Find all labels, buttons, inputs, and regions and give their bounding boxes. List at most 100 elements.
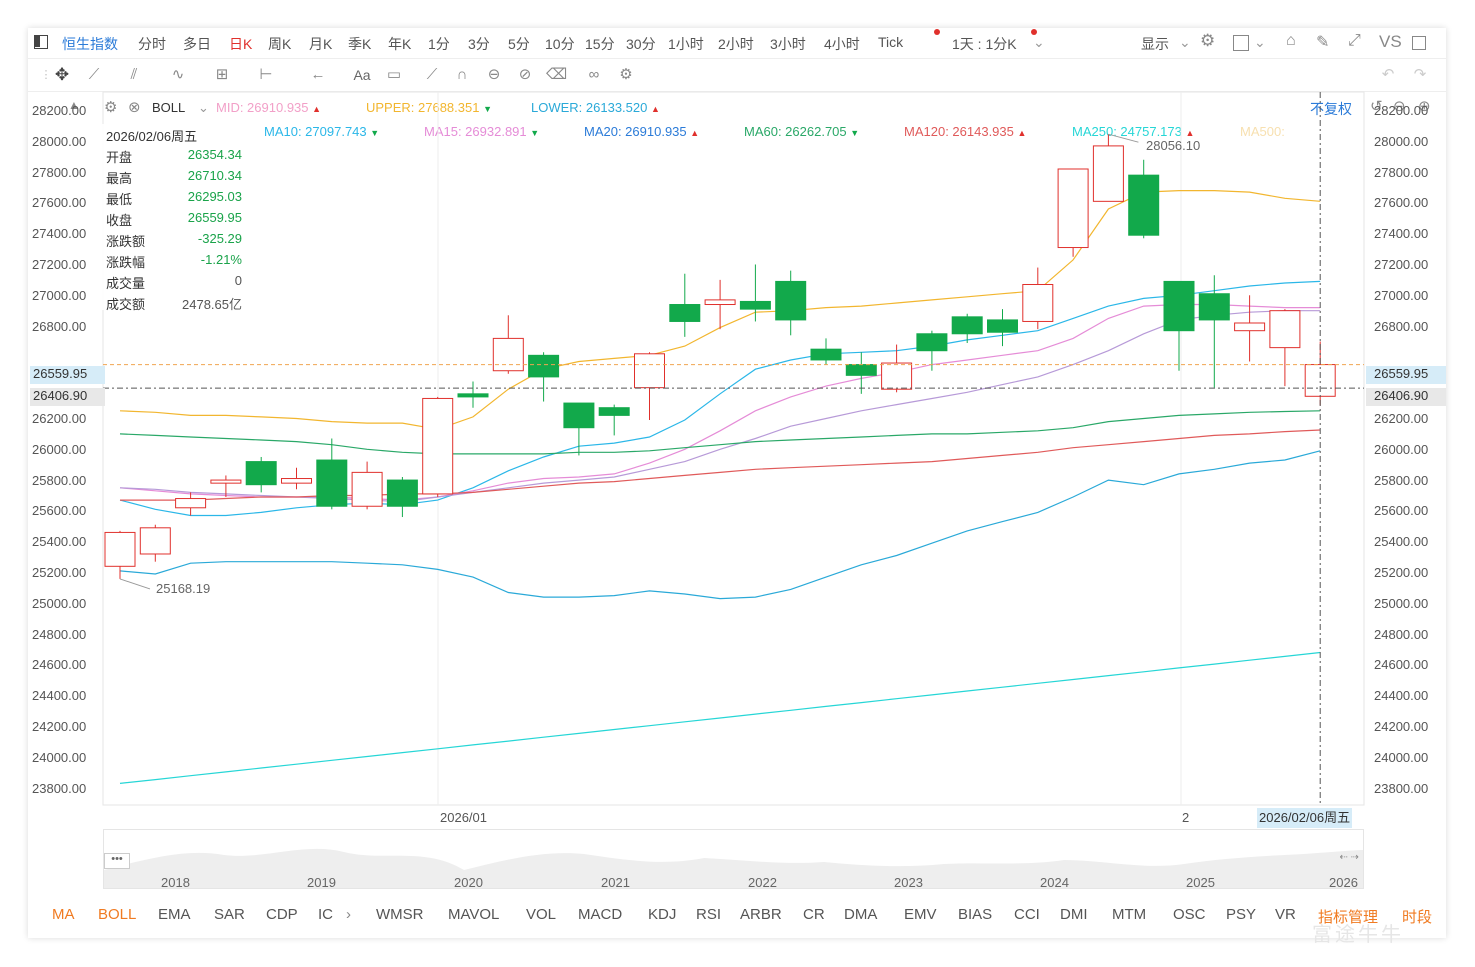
info-key: 最低 bbox=[106, 192, 133, 207]
candle-body bbox=[951, 316, 983, 335]
y-tick-label: 28000.00 bbox=[32, 133, 87, 149]
y-tick-label: 27800.00 bbox=[1374, 164, 1429, 180]
overview-year-label: 2019 bbox=[307, 875, 336, 889]
indicator-tab[interactable]: CR bbox=[803, 906, 825, 923]
indicator-tab[interactable]: DMI bbox=[1060, 906, 1088, 923]
x-cursor-label: 2026/02/06周五 bbox=[1257, 808, 1353, 828]
indicator-tab[interactable]: VOL bbox=[526, 906, 556, 923]
info-value: 26710.34 bbox=[187, 168, 242, 183]
y-tick-label: 24000.00 bbox=[1374, 749, 1429, 765]
y-tick-label: 26200.00 bbox=[1374, 411, 1429, 426]
indicator-tab[interactable]: RSI bbox=[696, 906, 721, 923]
candle-body bbox=[210, 479, 242, 484]
y-tick-label: 25400.00 bbox=[32, 534, 87, 550]
info-row: 开盘 26354.34 bbox=[106, 147, 242, 168]
overview-year-label: 2025 bbox=[1186, 875, 1215, 889]
high-annotation: 28056.10 bbox=[1146, 138, 1201, 153]
indicator-tab[interactable]: SAR bbox=[214, 906, 245, 923]
candle-body bbox=[386, 479, 418, 507]
high-leader-line bbox=[1108, 133, 1139, 143]
indicator-tab[interactable]: CDP bbox=[266, 906, 298, 923]
indicator-tabs: MA BOLL EMA SAR CDP IC WMSR MAVOL VOL MACD KDJ RSI A… bbox=[28, 903, 1446, 929]
candle-body bbox=[316, 459, 348, 507]
candle-body bbox=[598, 407, 630, 416]
current-price-label-left: 26559.95 bbox=[30, 366, 105, 384]
overview-year-label: 2018 bbox=[161, 875, 190, 889]
y-tick-label: 25400.00 bbox=[1374, 534, 1429, 550]
info-row: 成交额 2478.65亿 bbox=[106, 294, 242, 315]
info-value: 0 bbox=[234, 273, 242, 288]
indicator-tab[interactable]: EMA bbox=[158, 906, 191, 923]
indicator-tab[interactable]: CCI bbox=[1014, 906, 1040, 923]
navigator-arrows-icon[interactable]: ⇠ ⇢ bbox=[1339, 852, 1359, 863]
indicator-tab[interactable]: VR bbox=[1275, 906, 1296, 923]
candle-body bbox=[1128, 174, 1160, 236]
overview-year-label: 2021 bbox=[601, 875, 630, 889]
y-tick-label: 28200.00 bbox=[1374, 103, 1429, 119]
candle-body bbox=[739, 300, 771, 310]
indicator-tab[interactable]: DMA bbox=[844, 906, 877, 923]
info-row: 成交量 0 bbox=[106, 273, 242, 294]
indicator-tab[interactable]: EMV bbox=[904, 906, 937, 923]
y-tick-label: 23800.00 bbox=[1374, 780, 1429, 796]
y-tick-label: 28000.00 bbox=[1374, 133, 1429, 149]
y-tick-label: 23800.00 bbox=[32, 780, 87, 796]
low-leader-line bbox=[119, 578, 151, 590]
current-price-label-right: 26559.95 bbox=[1366, 366, 1446, 384]
indicator-tab[interactable]: MAVOL bbox=[448, 906, 499, 923]
candle-body bbox=[810, 348, 842, 361]
chart-window: 恒生指数 分时 多日 日K 周K 月K 季K 年K 1分 3分 5分 10分 15分 30分 1小时 2小时… bbox=[28, 28, 1446, 938]
candle-body bbox=[175, 498, 207, 509]
navigator-handle-icon[interactable]: ••• bbox=[104, 853, 130, 869]
candle-body bbox=[1057, 168, 1089, 249]
indicator-tab[interactable]: MA bbox=[52, 906, 75, 923]
indicator-tab[interactable]: ARBR bbox=[740, 906, 782, 923]
indicator-tab[interactable]: KDJ bbox=[648, 906, 676, 923]
info-key: 收盘 bbox=[106, 213, 133, 228]
indicator-tab[interactable]: BOLL bbox=[98, 906, 136, 923]
info-value: -325.29 bbox=[197, 231, 242, 246]
candle-body bbox=[987, 319, 1018, 333]
info-key: 开盘 bbox=[106, 150, 133, 165]
candle-body bbox=[704, 299, 736, 306]
y-tick-label: 24600.00 bbox=[32, 657, 87, 673]
y-tick-label: 26200.00 bbox=[32, 411, 87, 426]
indicator-tab[interactable]: BIAS bbox=[958, 906, 992, 923]
indicator-tab[interactable]: OSC bbox=[1173, 906, 1206, 923]
y-tick-label: 27400.00 bbox=[1374, 226, 1429, 242]
plot-frame bbox=[102, 91, 1365, 806]
info-row: 涨跌幅 -1.21% bbox=[106, 252, 242, 273]
info-value: -1.21% bbox=[200, 252, 242, 267]
y-tick-label: 24400.00 bbox=[32, 688, 87, 704]
period-link[interactable]: 时段 bbox=[1402, 906, 1432, 927]
candle-body bbox=[563, 402, 595, 429]
y-tick-label: 25200.00 bbox=[32, 565, 87, 580]
y-tick-label: 25200.00 bbox=[1374, 565, 1429, 580]
candle-body bbox=[1269, 310, 1301, 349]
y-tick-label: 25600.00 bbox=[1374, 503, 1429, 519]
y-tick-label: 27800.00 bbox=[32, 164, 87, 180]
indicator-tab[interactable]: PSY bbox=[1226, 906, 1256, 923]
candle-body bbox=[281, 478, 312, 484]
y-tick-label: 26800.00 bbox=[32, 318, 87, 334]
indicator-tab[interactable]: WMSR bbox=[376, 906, 424, 923]
indicator-tab[interactable]: IC bbox=[318, 906, 333, 923]
info-key: 最高 bbox=[106, 171, 133, 186]
candle-body bbox=[1198, 293, 1230, 321]
y-tick-label: 24400.00 bbox=[1374, 688, 1429, 704]
candle-body bbox=[1234, 322, 1266, 332]
overview-navigator[interactable]: ••• ⇠ ⇢ 2018 2019 2020 2021 2022 2023 2024 2025… bbox=[103, 829, 1364, 889]
candle-body bbox=[845, 364, 877, 376]
indicator-tab[interactable]: MTM bbox=[1112, 906, 1146, 923]
chevron-right-icon[interactable]: › bbox=[346, 906, 351, 923]
y-tick-label: 24200.00 bbox=[1374, 719, 1429, 734]
indicator-tab[interactable]: MACD bbox=[578, 906, 622, 923]
info-key: 成交额 bbox=[106, 297, 146, 312]
y-tick-label: 25800.00 bbox=[1374, 472, 1429, 488]
watermark: 富途牛牛 bbox=[1312, 924, 1404, 946]
info-row: 最低 26295.03 bbox=[106, 189, 242, 210]
candle-body bbox=[351, 471, 383, 507]
series-line-ma250 bbox=[119, 651, 1321, 784]
candle-body bbox=[1022, 283, 1054, 322]
y-tick-label: 27000.00 bbox=[1374, 287, 1429, 303]
